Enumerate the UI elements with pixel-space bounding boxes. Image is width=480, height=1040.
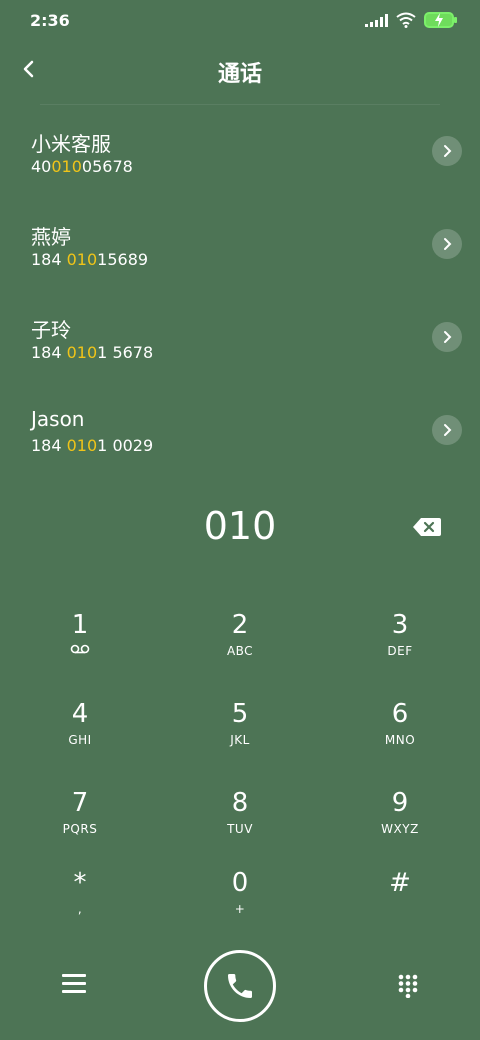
key-2[interactable]: 2 ABC — [160, 610, 320, 690]
menu-icon[interactable] — [62, 974, 86, 996]
divider — [40, 104, 440, 105]
contact-number: 184 0101 5678 — [31, 343, 154, 362]
page-title: 通话 — [217, 62, 262, 87]
key-9[interactable]: 9 WXYZ — [320, 788, 480, 868]
contact-number: 184 0101 0029 — [31, 436, 154, 455]
key-5[interactable]: 5 JKL — [160, 699, 320, 779]
status-bar: 2:36 — [0, 0, 480, 40]
key-hash[interactable]: # — [320, 868, 480, 948]
contact-item[interactable]: Jason 184 0101 0029 — [0, 395, 480, 488]
contact-detail-button[interactable] — [432, 136, 462, 166]
chevron-right-icon — [444, 331, 452, 343]
chevron-right-icon — [444, 145, 452, 157]
contact-detail-button[interactable] — [432, 322, 462, 352]
contact-name: 燕婷 — [31, 225, 71, 249]
chevron-right-icon — [444, 238, 452, 250]
contact-item[interactable]: 子玲 184 0101 5678 — [0, 302, 480, 395]
header: 通话 — [0, 48, 480, 92]
key-4[interactable]: 4 GHI — [0, 699, 160, 779]
phone-icon — [228, 974, 252, 998]
contact-detail-button[interactable] — [432, 229, 462, 259]
wifi-icon — [396, 12, 416, 28]
contact-name: 子玲 — [31, 318, 71, 342]
key-7[interactable]: 7 PQRS — [0, 788, 160, 868]
keypad-grid-icon[interactable] — [397, 974, 419, 998]
contact-number: 184 01015689 — [31, 250, 149, 269]
contact-detail-button[interactable] — [432, 415, 462, 445]
signal-icon — [365, 13, 388, 27]
chevron-right-icon — [444, 424, 452, 436]
contact-name: Jason — [31, 407, 85, 431]
voicemail-icon — [70, 644, 90, 654]
contact-item[interactable]: 燕婷 184 01015689 — [0, 209, 480, 302]
key-6[interactable]: 6 MNO — [320, 699, 480, 779]
contact-list: 小米客服 4001005678 燕婷 184 01015689 子玲 184 0… — [0, 116, 480, 488]
bottom-bar — [0, 950, 480, 1022]
contact-item[interactable]: 小米客服 4001005678 — [0, 116, 480, 209]
battery-icon — [424, 12, 457, 28]
dial-input[interactable]: 010 — [0, 504, 480, 548]
contact-name: 小米客服 — [31, 132, 111, 156]
key-0[interactable]: 0 + — [160, 868, 320, 948]
status-icons — [365, 12, 457, 28]
key-star[interactable]: * , — [0, 868, 160, 948]
status-time: 2:36 — [30, 11, 70, 30]
backspace-icon[interactable] — [412, 516, 442, 538]
key-8[interactable]: 8 TUV — [160, 788, 320, 868]
call-button[interactable] — [204, 950, 276, 1022]
key-3[interactable]: 3 DEF — [320, 610, 480, 690]
contact-number: 4001005678 — [31, 157, 133, 176]
key-1[interactable]: 1 — [0, 610, 160, 690]
